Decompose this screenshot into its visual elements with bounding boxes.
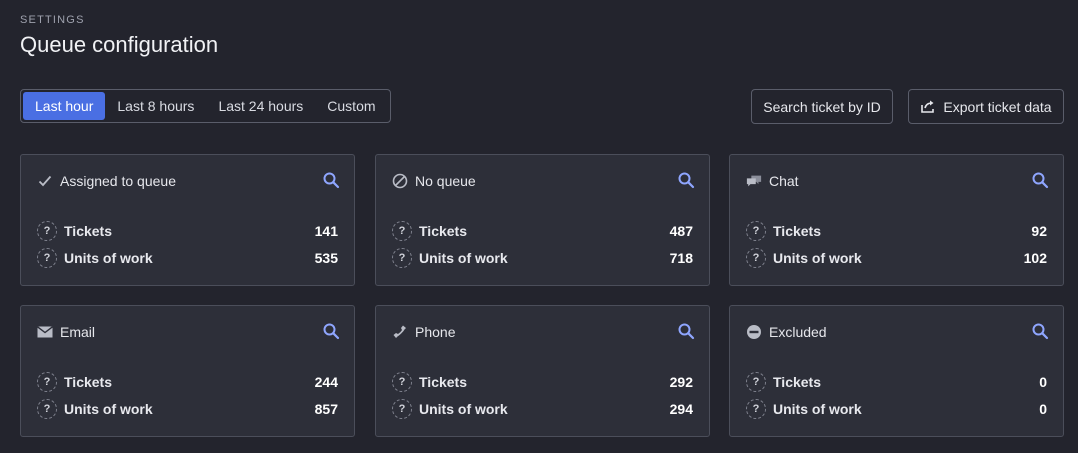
time-range-last-8-hours[interactable]: Last 8 hours xyxy=(105,92,206,120)
help-icon[interactable]: ? xyxy=(37,372,57,392)
help-icon[interactable]: ? xyxy=(37,248,57,268)
search-icon[interactable] xyxy=(322,171,340,189)
search-icon[interactable] xyxy=(322,322,340,340)
units-value: 857 xyxy=(314,401,338,417)
help-icon[interactable]: ? xyxy=(392,399,412,419)
card-title: Assigned to queue xyxy=(60,173,176,189)
units-label: Units of work xyxy=(773,401,862,417)
units-value: 0 xyxy=(1039,401,1047,417)
no-entry-icon xyxy=(392,173,408,189)
units-row: ? Units of work 0 xyxy=(746,399,1047,419)
tickets-row: ? Tickets 141 xyxy=(37,221,338,241)
envelope-icon xyxy=(37,324,53,340)
tickets-value: 244 xyxy=(314,374,338,390)
export-ticket-label: Export ticket data xyxy=(943,98,1052,115)
search-icon[interactable] xyxy=(1031,171,1049,189)
help-icon[interactable]: ? xyxy=(746,248,766,268)
tickets-value: 292 xyxy=(669,374,693,390)
search-ticket-button[interactable]: Search ticket by ID xyxy=(751,89,893,124)
tickets-row: ? Tickets 92 xyxy=(746,221,1047,241)
units-row: ? Units of work 857 xyxy=(37,399,338,419)
tickets-row: ? Tickets 292 xyxy=(392,372,693,392)
minus-circle-icon xyxy=(746,324,762,340)
tickets-value: 92 xyxy=(1031,223,1047,239)
units-label: Units of work xyxy=(64,401,153,417)
units-value: 294 xyxy=(669,401,693,417)
queue-card-chat: Chat ? Tickets 92 ? Units of work 102 xyxy=(729,154,1064,286)
time-range-last-hour[interactable]: Last hour xyxy=(23,92,106,120)
check-icon xyxy=(37,173,53,189)
search-icon[interactable] xyxy=(1031,322,1049,340)
units-label: Units of work xyxy=(419,401,508,417)
time-range-selector: Last hour Last 8 hours Last 24 hours Cus… xyxy=(20,89,391,123)
queue-card-email: Email ? Tickets 244 ? Units of work 857 xyxy=(20,305,355,437)
help-icon[interactable]: ? xyxy=(392,221,412,241)
tickets-label: Tickets xyxy=(64,374,112,390)
help-icon[interactable]: ? xyxy=(392,248,412,268)
tickets-label: Tickets xyxy=(419,223,467,239)
card-title: No queue xyxy=(415,173,476,189)
card-title: Phone xyxy=(415,324,456,340)
search-icon[interactable] xyxy=(677,171,695,189)
section-eyebrow: SETTINGS xyxy=(20,14,85,26)
units-row: ? Units of work 535 xyxy=(37,248,338,268)
help-icon[interactable]: ? xyxy=(37,399,57,419)
tickets-row: ? Tickets 244 xyxy=(37,372,338,392)
help-icon[interactable]: ? xyxy=(37,221,57,241)
card-title: Chat xyxy=(769,173,799,189)
help-icon[interactable]: ? xyxy=(746,372,766,392)
units-label: Units of work xyxy=(773,250,862,266)
units-label: Units of work xyxy=(64,250,153,266)
tickets-value: 141 xyxy=(314,223,338,239)
queue-configuration-page: SETTINGS Queue configuration Last hour L… xyxy=(0,0,1078,453)
tickets-row: ? Tickets 0 xyxy=(746,372,1047,392)
units-row: ? Units of work 718 xyxy=(392,248,693,268)
card-title: Excluded xyxy=(769,324,827,340)
time-range-custom[interactable]: Custom xyxy=(315,92,387,120)
page-title: Queue configuration xyxy=(20,32,219,57)
tickets-label: Tickets xyxy=(773,374,821,390)
search-ticket-label: Search ticket by ID xyxy=(763,98,881,115)
units-value: 102 xyxy=(1023,250,1047,266)
tickets-label: Tickets xyxy=(64,223,112,239)
units-label: Units of work xyxy=(419,250,508,266)
units-value: 535 xyxy=(314,250,338,266)
export-ticket-data-button[interactable]: Export ticket data xyxy=(908,89,1064,124)
units-value: 718 xyxy=(669,250,693,266)
tickets-value: 0 xyxy=(1039,374,1047,390)
units-row: ? Units of work 102 xyxy=(746,248,1047,268)
card-title: Email xyxy=(60,324,96,340)
units-row: ? Units of work 294 xyxy=(392,399,693,419)
queue-card-phone: Phone ? Tickets 292 ? Units of work 294 xyxy=(375,305,710,437)
queue-card-excluded: Excluded ? Tickets 0 ? Units of work 0 xyxy=(729,305,1064,437)
search-icon[interactable] xyxy=(677,322,695,340)
phone-icon xyxy=(392,324,408,340)
help-icon[interactable]: ? xyxy=(746,221,766,241)
tickets-value: 487 xyxy=(669,223,693,239)
export-icon xyxy=(920,99,936,115)
queue-card-assigned: Assigned to queue ? Tickets 141 ? Units … xyxy=(20,154,355,286)
queue-card-no-queue: No queue ? Tickets 487 ? Units of work 7… xyxy=(375,154,710,286)
tickets-row: ? Tickets 487 xyxy=(392,221,693,241)
chat-icon xyxy=(746,173,762,189)
tickets-label: Tickets xyxy=(419,374,467,390)
help-icon[interactable]: ? xyxy=(746,399,766,419)
tickets-label: Tickets xyxy=(773,223,821,239)
time-range-last-24-hours[interactable]: Last 24 hours xyxy=(206,92,315,120)
help-icon[interactable]: ? xyxy=(392,372,412,392)
